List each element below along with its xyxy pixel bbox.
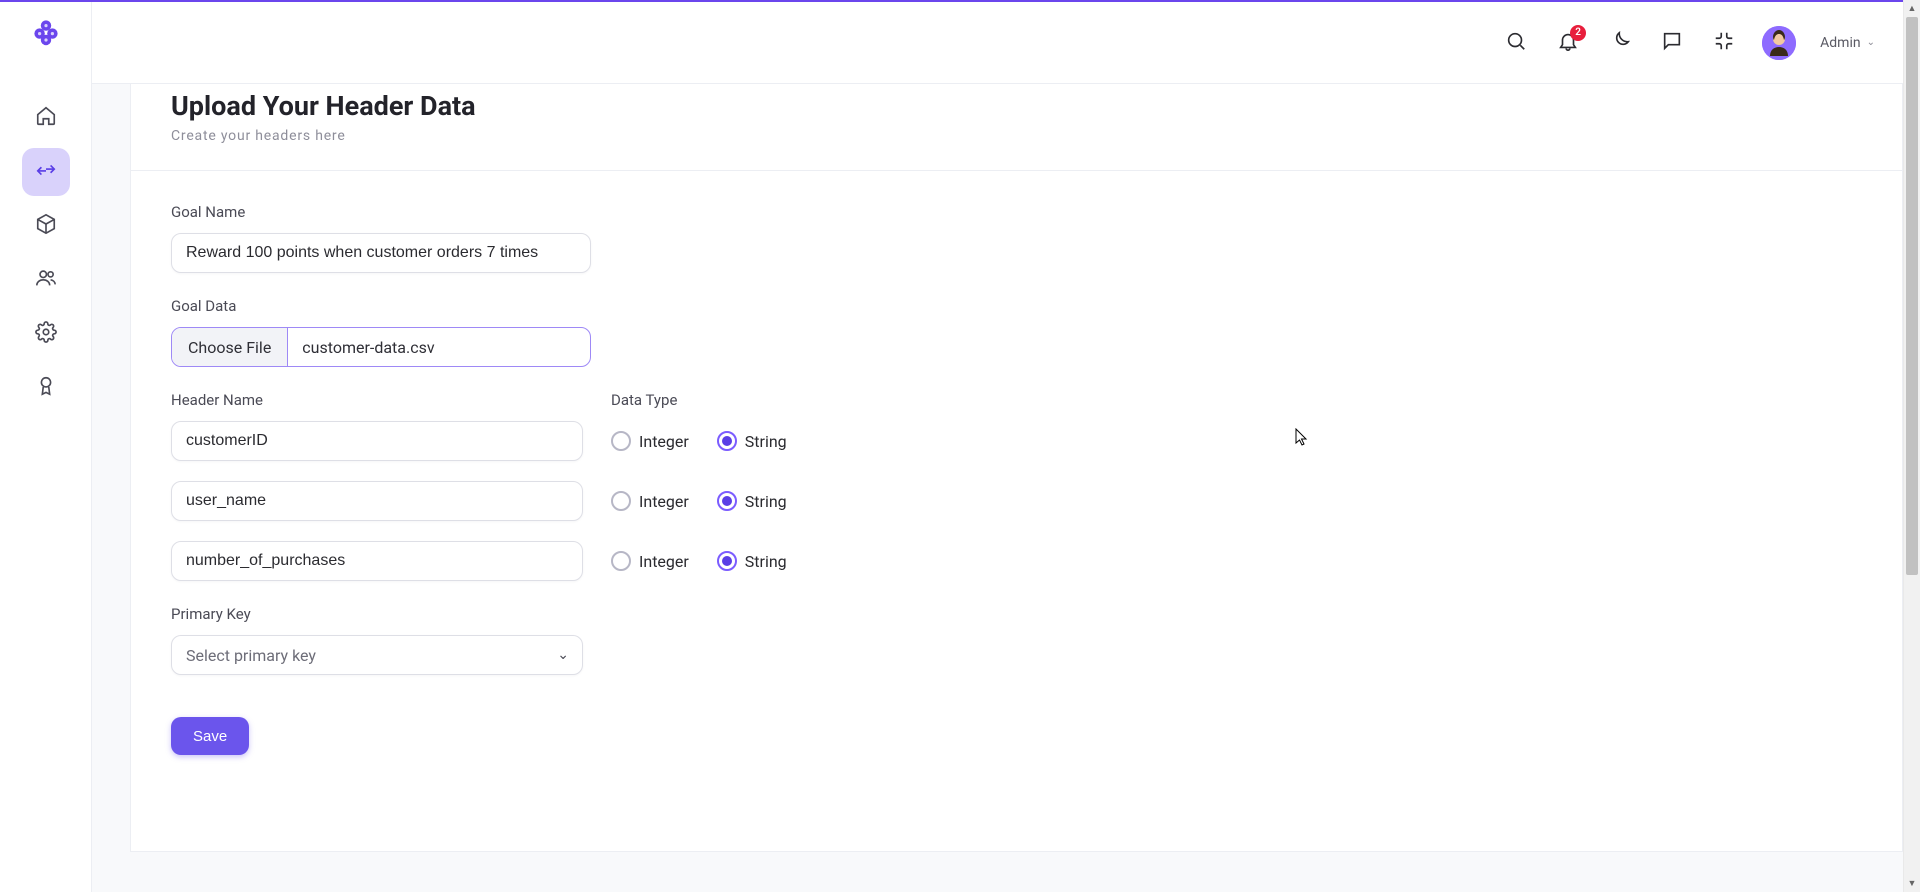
avatar[interactable] bbox=[1762, 26, 1796, 60]
data-type-row-2: Integer String bbox=[611, 541, 1051, 581]
type-integer-option-2[interactable]: Integer bbox=[611, 551, 689, 571]
chat-icon bbox=[1661, 30, 1683, 56]
data-type-row-0: Integer String bbox=[611, 421, 1051, 461]
users-icon bbox=[35, 267, 57, 293]
minimize-icon bbox=[1713, 30, 1735, 56]
choose-file-button[interactable]: Choose File bbox=[172, 328, 288, 366]
fullscreen-toggle[interactable] bbox=[1710, 29, 1738, 57]
save-button[interactable]: Save bbox=[171, 717, 249, 755]
topbar: 2 bbox=[92, 2, 1903, 84]
home-icon bbox=[35, 105, 57, 131]
type-string-label: String bbox=[745, 552, 787, 571]
search-button[interactable] bbox=[1502, 29, 1530, 57]
type-string-option-0[interactable]: String bbox=[717, 431, 787, 451]
nav-settings[interactable] bbox=[22, 310, 70, 358]
file-name: customer-data.csv bbox=[288, 328, 590, 366]
radio-icon bbox=[717, 551, 737, 571]
notifications-button[interactable]: 2 bbox=[1554, 29, 1582, 57]
notification-badge: 2 bbox=[1570, 25, 1586, 41]
nav-awards[interactable] bbox=[22, 364, 70, 412]
radio-icon bbox=[611, 431, 631, 451]
arrows-icon bbox=[35, 159, 57, 185]
type-integer-label: Integer bbox=[639, 492, 689, 511]
gear-icon bbox=[35, 321, 57, 347]
nav-transfers[interactable] bbox=[22, 148, 70, 196]
page-subtitle: Create your headers here bbox=[171, 128, 1862, 144]
search-icon bbox=[1505, 30, 1527, 56]
type-integer-option-0[interactable]: Integer bbox=[611, 431, 689, 451]
nav-packages[interactable] bbox=[22, 202, 70, 250]
chevron-down-icon: ⌄ bbox=[1867, 37, 1875, 48]
header-name-label: Header Name bbox=[171, 391, 583, 409]
primary-key-select[interactable]: Select primary key bbox=[171, 635, 583, 675]
data-type-row-1: Integer String bbox=[611, 481, 1051, 521]
dark-mode-toggle[interactable] bbox=[1606, 29, 1634, 57]
radio-icon bbox=[717, 491, 737, 511]
type-string-option-1[interactable]: String bbox=[717, 491, 787, 511]
goal-name-input[interactable] bbox=[171, 233, 591, 273]
scroll-track[interactable] bbox=[1904, 17, 1920, 875]
radio-icon bbox=[611, 551, 631, 571]
file-input[interactable]: Choose File customer-data.csv bbox=[171, 327, 591, 367]
radio-icon bbox=[717, 431, 737, 451]
data-type-label: Data Type bbox=[611, 391, 1051, 409]
scroll-up-arrow[interactable]: ▲ bbox=[1904, 0, 1920, 17]
type-string-label: String bbox=[745, 492, 787, 511]
nav-users[interactable] bbox=[22, 256, 70, 304]
goal-name-label: Goal Name bbox=[171, 203, 1051, 221]
messages-button[interactable] bbox=[1658, 29, 1686, 57]
radio-icon bbox=[611, 491, 631, 511]
content-panel: Upload Your Header Data Create your head… bbox=[130, 84, 1903, 852]
scroll-down-arrow[interactable]: ▼ bbox=[1904, 875, 1920, 892]
type-string-label: String bbox=[745, 432, 787, 451]
box-icon bbox=[35, 213, 57, 239]
type-string-option-2[interactable]: String bbox=[717, 551, 787, 571]
app-logo bbox=[30, 16, 62, 48]
type-integer-option-1[interactable]: Integer bbox=[611, 491, 689, 511]
type-integer-label: Integer bbox=[639, 432, 689, 451]
nav-home[interactable] bbox=[22, 94, 70, 142]
moon-icon bbox=[1609, 30, 1631, 56]
header-name-input-0[interactable] bbox=[171, 421, 583, 461]
primary-key-label: Primary Key bbox=[171, 605, 1051, 623]
browser-scrollbar[interactable]: ▲ ▼ bbox=[1903, 0, 1920, 892]
goal-data-label: Goal Data bbox=[171, 297, 1051, 315]
user-menu[interactable]: Admin ⌄ bbox=[1820, 35, 1875, 51]
page-title: Upload Your Header Data bbox=[171, 90, 1862, 122]
scroll-thumb[interactable] bbox=[1906, 17, 1918, 575]
type-integer-label: Integer bbox=[639, 552, 689, 571]
header-name-input-1[interactable] bbox=[171, 481, 583, 521]
header-name-input-2[interactable] bbox=[171, 541, 583, 581]
sidebar bbox=[0, 2, 92, 892]
user-label: Admin bbox=[1820, 35, 1860, 51]
award-icon bbox=[35, 375, 57, 401]
